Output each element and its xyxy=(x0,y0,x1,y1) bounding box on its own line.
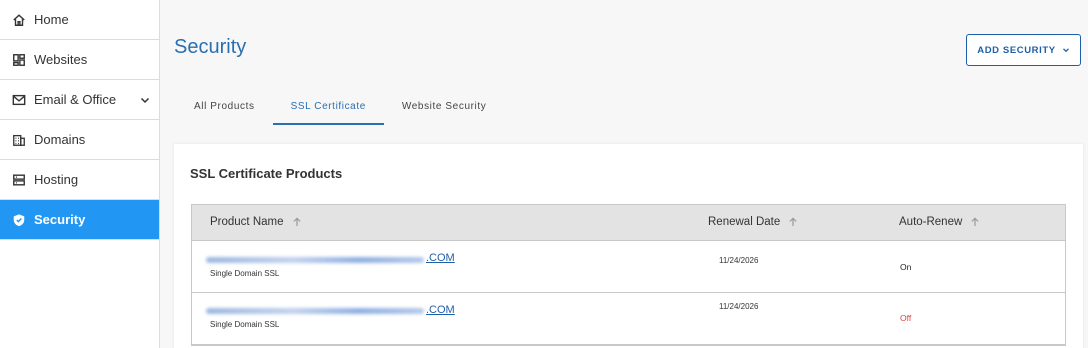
server-icon xyxy=(10,171,28,189)
sidebar-item-security[interactable]: Security xyxy=(0,200,159,240)
product-tabs: All Products SSL Certificate Website Sec… xyxy=(176,92,504,125)
column-label: Product Name xyxy=(210,216,284,228)
tab-website-security[interactable]: Website Security xyxy=(384,92,504,124)
domain-link[interactable]: .COM xyxy=(426,252,455,264)
redacted-domain xyxy=(206,257,424,263)
sidebar: Home Websites Email & Office Domains Hos… xyxy=(0,0,160,348)
sidebar-item-label: Websites xyxy=(34,52,88,67)
sort-arrow-icon xyxy=(971,217,979,226)
domain-link[interactable]: .COM xyxy=(426,304,455,316)
table-row: .COM Single Domain SSL 11/24/2026 On xyxy=(192,241,1065,293)
product-type: Single Domain SSL xyxy=(210,320,280,329)
chevron-down-icon xyxy=(1062,48,1069,53)
table-header: Product Name Renewal Date Auto-Renew xyxy=(192,205,1065,241)
redacted-domain xyxy=(206,308,424,314)
tab-all-products[interactable]: All Products xyxy=(176,92,273,124)
page-title: Security xyxy=(174,36,247,58)
card-title: SSL Certificate Products xyxy=(190,166,343,181)
sidebar-item-domains[interactable]: Domains xyxy=(0,120,159,160)
sidebar-item-home[interactable]: Home xyxy=(0,0,159,40)
column-label: Auto-Renew xyxy=(899,216,963,228)
sidebar-item-label: Email & Office xyxy=(34,92,117,107)
renewal-date: 11/24/2026 xyxy=(719,302,759,311)
grid-icon xyxy=(10,51,28,69)
sidebar-item-label: Home xyxy=(34,12,69,27)
ssl-products-table: Product Name Renewal Date Auto-Renew .CO… xyxy=(191,204,1066,346)
building-icon xyxy=(10,131,28,149)
sidebar-item-label: Domains xyxy=(34,132,86,147)
sidebar-item-hosting[interactable]: Hosting xyxy=(0,160,159,200)
table-row: .COM Single Domain SSL 11/24/2026 Off xyxy=(192,293,1065,345)
column-auto-renew[interactable]: Auto-Renew xyxy=(899,216,980,228)
add-security-button[interactable]: ADD SECURITY xyxy=(966,34,1081,66)
sidebar-item-label: Hosting xyxy=(34,172,79,187)
add-security-label: ADD SECURITY xyxy=(977,44,1056,56)
sort-arrow-icon xyxy=(789,217,797,226)
ssl-products-card: SSL Certificate Products Product Name Re… xyxy=(174,144,1083,348)
home-icon xyxy=(10,11,28,29)
sidebar-item-websites[interactable]: Websites xyxy=(0,40,159,80)
chevron-down-icon[interactable] xyxy=(139,94,151,106)
product-type: Single Domain SSL xyxy=(210,269,280,278)
main-content: Security ADD SECURITY All Products SSL C… xyxy=(161,0,1088,348)
renewal-date: 11/24/2026 xyxy=(719,256,759,265)
auto-renew-status[interactable]: On xyxy=(900,262,911,272)
column-product-name[interactable]: Product Name xyxy=(210,216,302,228)
shield-icon xyxy=(10,211,28,229)
mail-icon xyxy=(10,91,28,109)
column-renewal-date[interactable]: Renewal Date xyxy=(708,216,798,228)
sidebar-item-label: Security xyxy=(34,212,86,227)
sidebar-item-email-office[interactable]: Email & Office xyxy=(0,80,159,120)
tab-ssl-certificate[interactable]: SSL Certificate xyxy=(272,92,385,125)
column-label: Renewal Date xyxy=(708,216,781,228)
auto-renew-status[interactable]: Off xyxy=(900,313,911,323)
sort-arrow-icon xyxy=(292,217,301,226)
